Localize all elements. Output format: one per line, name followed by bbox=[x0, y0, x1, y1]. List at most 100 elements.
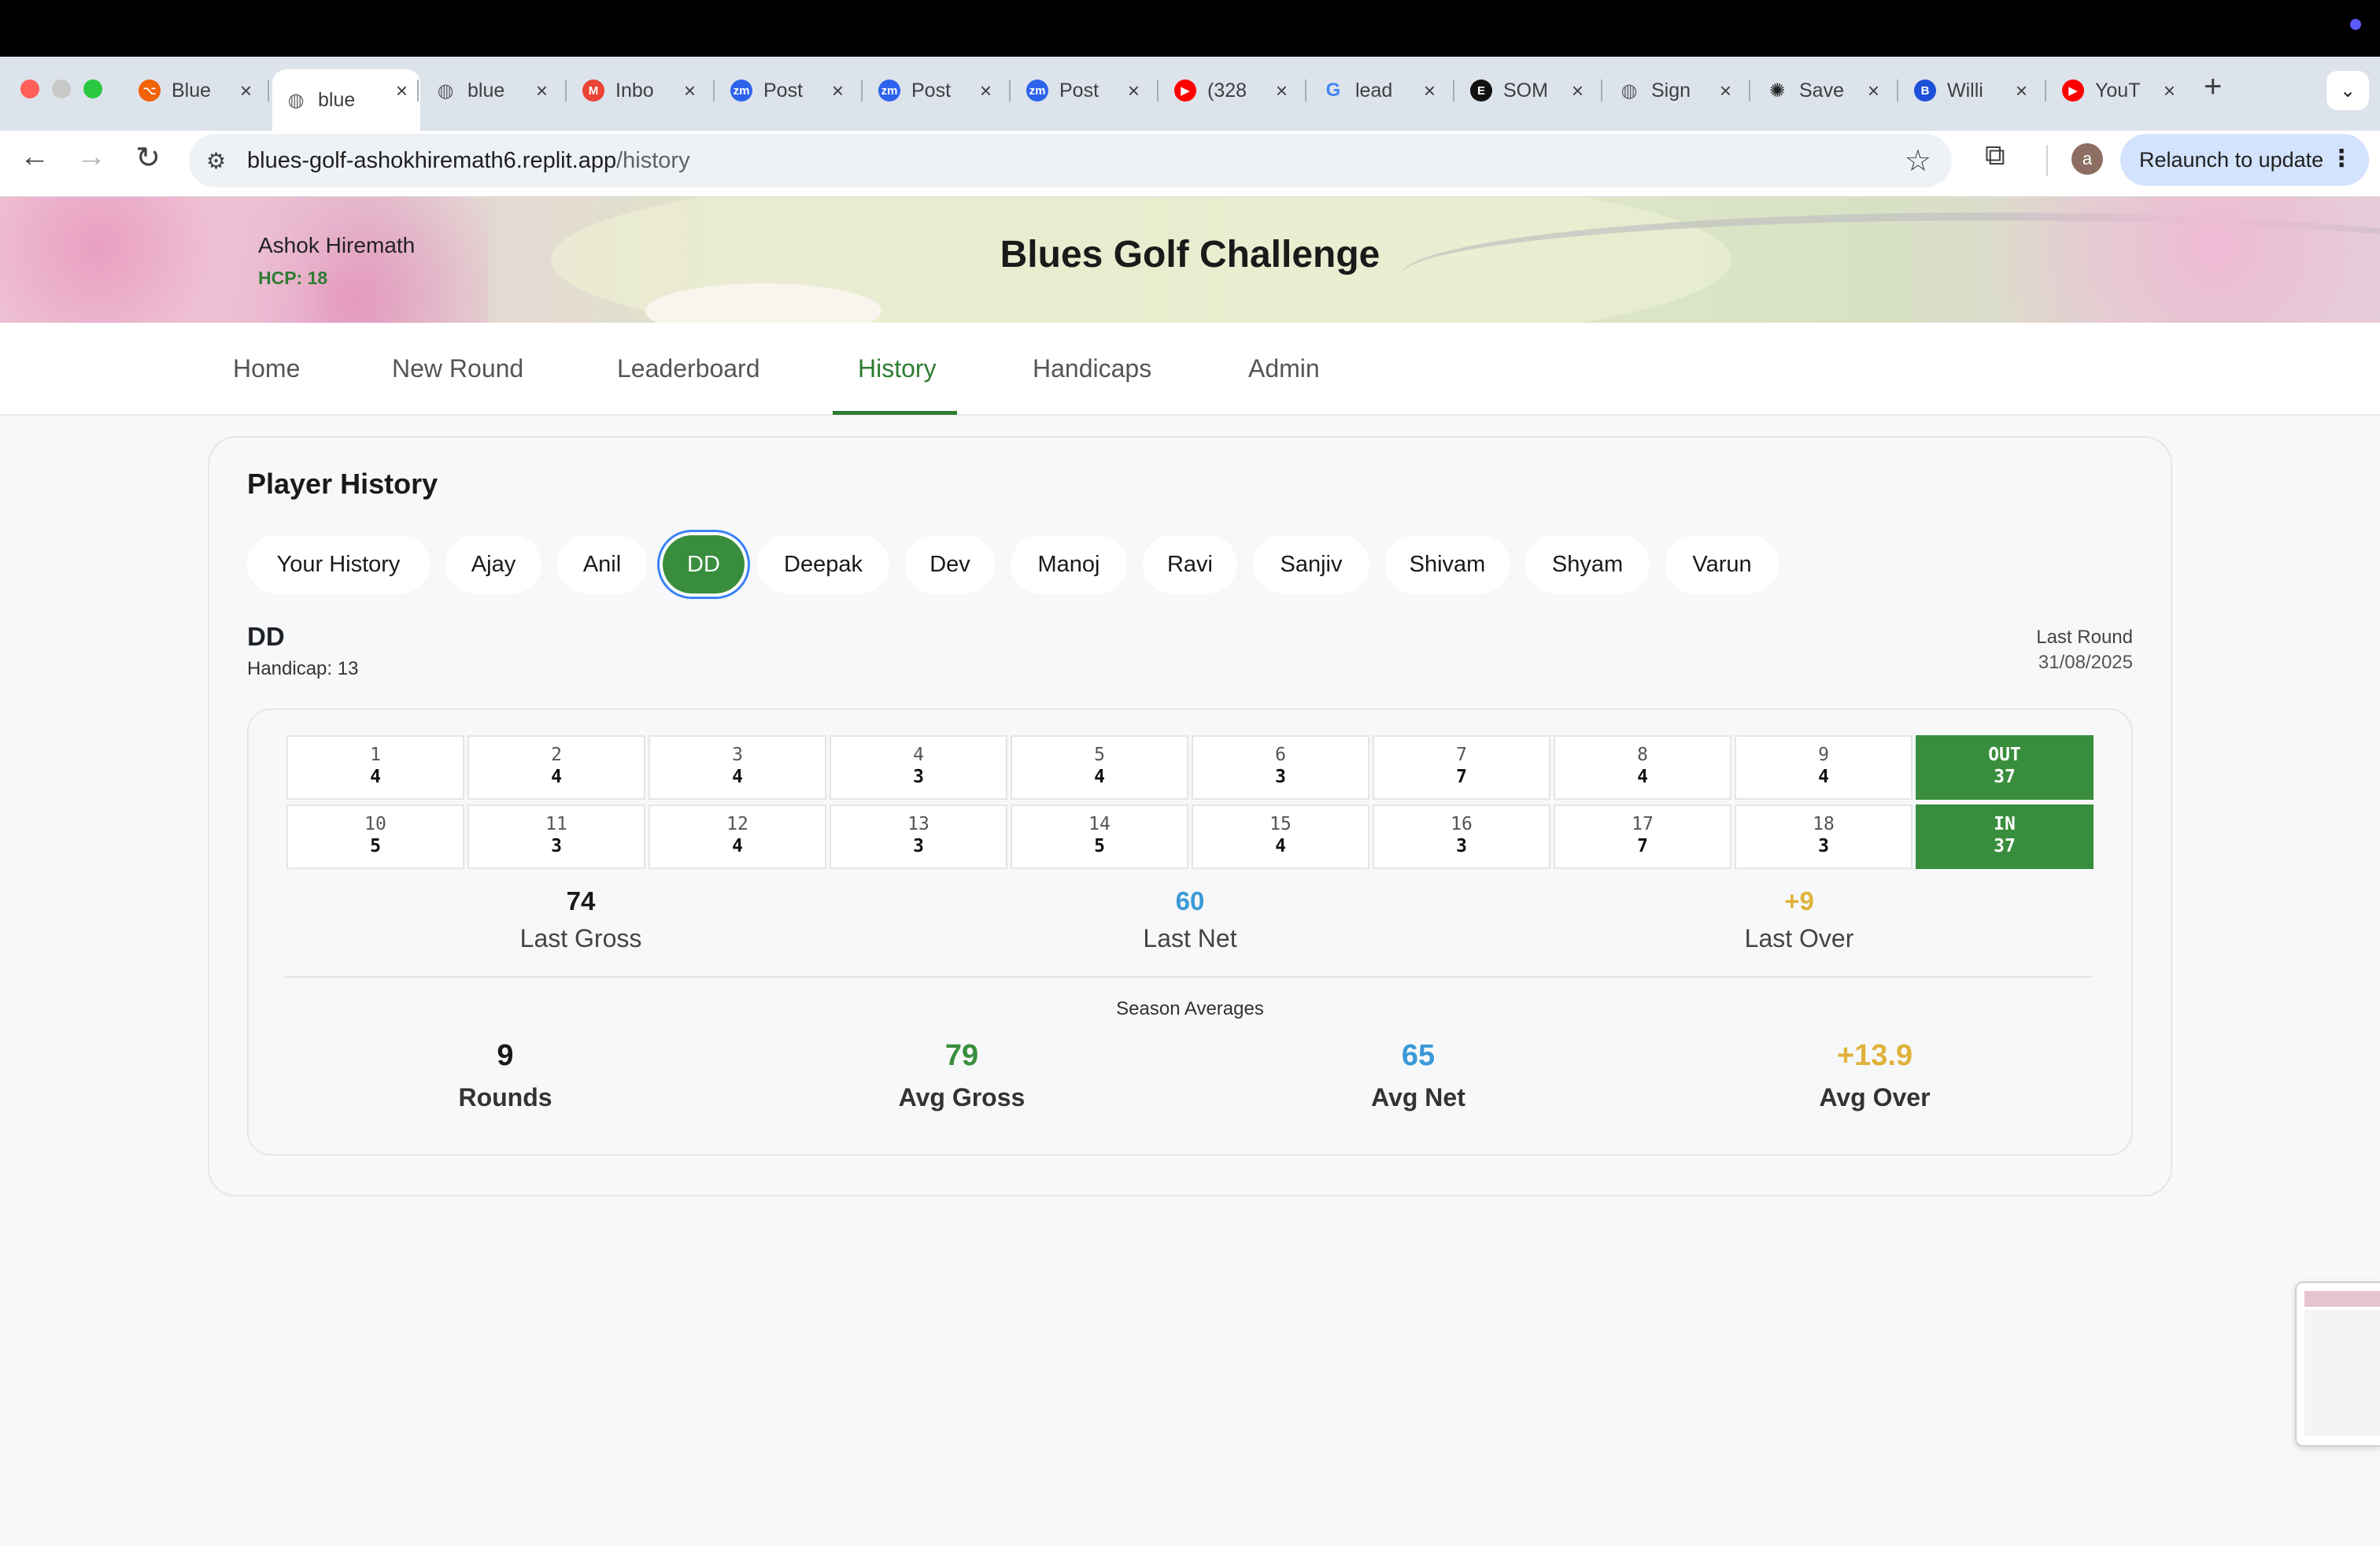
hole-number: 3 bbox=[732, 745, 743, 765]
hole-number: 2 bbox=[551, 745, 562, 765]
player-chip-dd[interactable]: DD bbox=[663, 535, 745, 594]
selected-player-name: DD bbox=[247, 622, 285, 651]
nav-home[interactable]: Home bbox=[233, 354, 300, 383]
browser-tab[interactable]: zm Post × bbox=[1014, 69, 1152, 112]
browser-tab[interactable]: ◍ blue × bbox=[272, 69, 420, 131]
browser-tab[interactable]: zm Post × bbox=[866, 69, 1004, 112]
app-title: Blues Golf Challenge bbox=[1000, 234, 1380, 276]
thumbnail-banner bbox=[2304, 1291, 2380, 1307]
minimize-window-button[interactable] bbox=[52, 80, 71, 98]
google-icon: G bbox=[1325, 80, 1341, 101]
close-tab-icon[interactable]: × bbox=[396, 79, 408, 103]
tab-separator bbox=[2045, 80, 2046, 102]
hole-score: 3 bbox=[1275, 767, 1286, 787]
total-score: 37 bbox=[1994, 836, 2016, 856]
gmail-icon: M bbox=[582, 80, 604, 102]
player-chip-ravi[interactable]: Ravi bbox=[1143, 535, 1237, 594]
site-info-icon[interactable]: ⚙ bbox=[206, 148, 226, 174]
status-dot-icon bbox=[2350, 19, 2361, 30]
player-chip-manoj[interactable]: Manoj bbox=[1011, 535, 1127, 594]
tab-title: Post bbox=[763, 79, 804, 102]
browser-tab[interactable]: M Inbo × bbox=[570, 69, 708, 112]
profile-avatar[interactable]: a bbox=[2071, 143, 2103, 175]
player-chip-deepak[interactable]: Deepak bbox=[757, 535, 889, 594]
close-tab-icon[interactable]: × bbox=[1572, 79, 1584, 103]
total-label: OUT bbox=[1988, 745, 2021, 765]
browser-tab[interactable]: zm Post × bbox=[718, 69, 856, 112]
browser-tab[interactable]: ◍ Sign × bbox=[1606, 69, 1744, 112]
close-tab-icon[interactable]: × bbox=[1128, 79, 1140, 103]
browser-tab[interactable]: B Willi × bbox=[1901, 69, 2040, 112]
player-chip-anil[interactable]: Anil bbox=[557, 535, 647, 594]
maximize-window-button[interactable] bbox=[83, 80, 102, 98]
hole-cell: 15 4 bbox=[1192, 804, 1369, 869]
more-menu-icon[interactable]: ⋮ bbox=[2330, 145, 2353, 172]
tab-title: Blue bbox=[172, 79, 212, 102]
close-tab-icon[interactable]: × bbox=[832, 79, 844, 103]
back-button[interactable]: ← bbox=[11, 140, 58, 174]
nav-history[interactable]: History bbox=[858, 354, 937, 383]
relaunch-button[interactable]: Relaunch to update ⋮ bbox=[2120, 134, 2369, 186]
bookmark-star-icon[interactable]: ☆ bbox=[1905, 143, 1931, 179]
address-bar[interactable]: ⚙ blues-golf-ashokhiremath6.replit.app/h… bbox=[189, 134, 1952, 187]
zoom-icon: zm bbox=[730, 80, 752, 102]
screenshot-thumbnail[interactable] bbox=[2295, 1282, 2380, 1447]
nav-admin[interactable]: Admin bbox=[1248, 354, 1320, 383]
hole-number: 15 bbox=[1269, 814, 1292, 834]
tab-title: Willi bbox=[1947, 79, 1983, 102]
forward-button[interactable]: → bbox=[68, 140, 115, 174]
tab-title: blue bbox=[468, 79, 505, 102]
close-tab-icon[interactable]: × bbox=[1276, 79, 1288, 103]
hole-cell: 63 bbox=[1192, 735, 1369, 800]
hole-number: 10 bbox=[364, 814, 386, 834]
close-tab-icon[interactable]: × bbox=[1424, 79, 1436, 103]
player-chip-ajay[interactable]: Ajay bbox=[445, 535, 541, 594]
last-gross-value: 74 bbox=[566, 886, 596, 915]
player-chip-sanjiv[interactable]: Sanjiv bbox=[1253, 535, 1369, 594]
close-tab-icon[interactable]: × bbox=[684, 79, 696, 103]
hole-score: 3 bbox=[551, 836, 562, 856]
close-tab-icon[interactable]: × bbox=[980, 79, 992, 103]
browser-tab[interactable]: Glead × bbox=[1310, 69, 1448, 112]
browser-tab[interactable]: ⌥ Blue × bbox=[126, 69, 264, 112]
tab-search-button[interactable]: ⌄ bbox=[2326, 71, 2369, 110]
hole-number: 6 bbox=[1275, 745, 1286, 765]
hole-score: 4 bbox=[1094, 767, 1105, 787]
nav-handicaps[interactable]: Handicaps bbox=[1033, 354, 1151, 383]
season-avg-net-value: 65 bbox=[1401, 1039, 1436, 1072]
tab-title: lead bbox=[1355, 79, 1393, 102]
selected-player-handicap: Handicap: 13 bbox=[247, 658, 359, 679]
hole-cell: 43 bbox=[830, 735, 1007, 800]
hole-number: 8 bbox=[1637, 745, 1648, 765]
browser-tab[interactable]: ▶ YouT × bbox=[2049, 69, 2188, 112]
close-tab-icon[interactable]: × bbox=[2016, 79, 2027, 103]
season-averages-title: Season Averages bbox=[1116, 998, 1264, 1019]
reload-button[interactable]: ↻ bbox=[124, 140, 172, 176]
som-icon: E bbox=[1470, 80, 1492, 102]
nav-new-round[interactable]: New Round bbox=[392, 354, 523, 383]
browser-tab[interactable]: ◍ blue × bbox=[422, 69, 560, 112]
close-tab-icon[interactable]: × bbox=[1868, 79, 1879, 103]
season-avg-over-value: +13.9 bbox=[1836, 1039, 1913, 1072]
browser-tab[interactable]: ▶ (328 × bbox=[1162, 69, 1300, 112]
player-chip-your-history[interactable]: Your History bbox=[247, 535, 430, 594]
close-tab-icon[interactable]: × bbox=[2164, 79, 2175, 103]
close-window-button[interactable] bbox=[20, 80, 39, 98]
close-tab-icon[interactable]: × bbox=[240, 79, 252, 103]
player-chip-varun[interactable]: Varun bbox=[1665, 535, 1779, 594]
player-chip-shivam[interactable]: Shivam bbox=[1385, 535, 1510, 594]
hole-cell: 54 bbox=[1011, 735, 1188, 800]
nav-leaderboard[interactable]: Leaderboard bbox=[617, 354, 759, 383]
new-tab-button[interactable]: + bbox=[2204, 69, 2222, 105]
hole-score: 4 bbox=[732, 836, 743, 856]
relaunch-label: Relaunch to update bbox=[2139, 147, 2324, 172]
browser-tab[interactable]: E SOM × bbox=[1458, 69, 1596, 112]
close-tab-icon[interactable]: × bbox=[536, 79, 548, 103]
close-tab-icon[interactable]: × bbox=[1720, 79, 1731, 103]
extensions-icon[interactable]: ⧉ bbox=[1985, 139, 2005, 172]
last-net-label: Last Net bbox=[1143, 924, 1237, 952]
browser-tab[interactable]: ✺ Save × bbox=[1754, 69, 1892, 112]
player-chip-shyam[interactable]: Shyam bbox=[1525, 535, 1650, 594]
player-chip-dev[interactable]: Dev bbox=[905, 535, 995, 594]
last-over-label: Last Over bbox=[1744, 924, 1854, 952]
